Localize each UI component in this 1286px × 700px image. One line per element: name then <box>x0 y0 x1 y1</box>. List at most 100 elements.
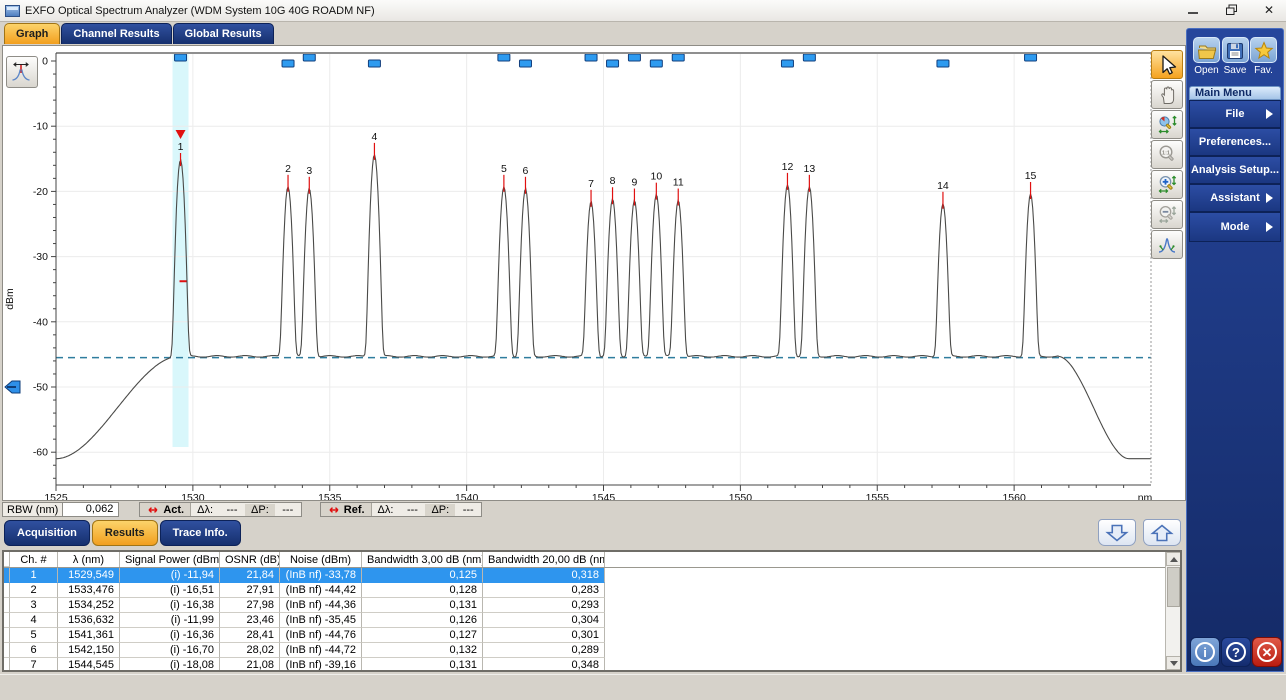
rbw-value: 0,062 <box>62 503 119 516</box>
tab-channel-results[interactable]: Channel Results <box>61 23 172 44</box>
channel-handle-5[interactable] <box>497 53 511 62</box>
table-row[interactable]: 5 1541,361 (i) -16,36 28,41 (InB nf) -44,76 0… <box>4 628 1180 643</box>
table-row[interactable]: 2 1533,476 (i) -16,51 27,91 (InB nf) -44,42 0… <box>4 583 1180 598</box>
menu-item-assistant[interactable]: Assistant <box>1190 185 1280 213</box>
channel-handle-13[interactable] <box>802 53 816 62</box>
channel-handle-12[interactable] <box>780 59 794 68</box>
pan-hand-icon <box>1160 86 1174 104</box>
peak-label-6: 6 <box>523 165 529 177</box>
table-row[interactable]: 7 1544,545 (i) -18,08 21,08 (InB nf) -39,16 0… <box>4 658 1180 670</box>
channel-handle-9[interactable] <box>627 53 641 62</box>
help-button[interactable]: ? <box>1221 637 1251 667</box>
peak-label-8: 8 <box>610 175 616 187</box>
channel-handle-1[interactable] <box>174 53 188 62</box>
floppy-disk-icon <box>1227 42 1243 59</box>
channel-handle-15[interactable] <box>1024 53 1038 62</box>
peak-label-13: 13 <box>804 163 816 175</box>
minimize-icon[interactable] <box>1184 2 1202 18</box>
tab-acquisition[interactable]: Acquisition <box>4 520 90 546</box>
channel-handle-7[interactable] <box>584 53 598 62</box>
table-cell: 0,318 <box>483 568 605 583</box>
exit-button[interactable]: ✕ <box>1252 637 1282 667</box>
active-marker-header[interactable]: Act. <box>140 503 192 516</box>
arrow-up-icon <box>1150 523 1174 541</box>
menu-item-label: Analysis Setup... <box>1190 164 1280 176</box>
table-header-cell: λ (nm) <box>58 552 120 567</box>
menu-item-label: Preferences... <box>1198 136 1272 148</box>
tab-trace-info[interactable]: Trace Info. <box>159 520 241 546</box>
zoom-one-to-one-button[interactable]: 1:1 <box>1151 140 1183 169</box>
scrollbar-thumb[interactable] <box>1167 567 1180 607</box>
y-tick-label: -10 <box>33 121 48 133</box>
marker-setup-button[interactable] <box>6 56 38 88</box>
tab-global-results[interactable]: Global Results <box>172 23 274 44</box>
close-icon[interactable]: ✕ <box>1260 2 1278 18</box>
table-cell: 0,127 <box>362 628 483 643</box>
channel-handle-10[interactable] <box>649 59 663 68</box>
menu-item-mode[interactable]: Mode <box>1190 213 1280 241</box>
scroll-up-icon[interactable] <box>1166 552 1180 566</box>
act-delta-power-label: ΔP: <box>245 503 275 516</box>
table-cell: (InB nf) -44,72 <box>280 643 362 658</box>
menu-item-file[interactable]: File <box>1190 101 1280 129</box>
save-button[interactable]: Save <box>1221 37 1249 76</box>
peak-label-14: 14 <box>937 180 949 192</box>
reference-marker-header[interactable]: Ref. <box>320 503 372 516</box>
channel-handle-3[interactable] <box>302 53 316 62</box>
bottom-tab-bar: Acquisition Results Trace Info. <box>4 520 243 546</box>
channel-handle-2[interactable] <box>281 59 295 68</box>
star-icon <box>1254 40 1273 59</box>
y-tick-label: -50 <box>33 382 48 394</box>
app-icon <box>5 4 20 17</box>
channel-handle-14[interactable] <box>936 59 950 68</box>
expand-results-button[interactable] <box>1143 519 1181 546</box>
fav-button[interactable]: Fav. <box>1250 37 1277 76</box>
help-icon: ? <box>1226 642 1246 662</box>
zoom-out-icon <box>1158 205 1176 224</box>
pan-hand-button[interactable] <box>1151 80 1183 109</box>
select-cursor-button[interactable] <box>1151 50 1183 79</box>
menu-item-preferences[interactable]: Preferences... <box>1190 129 1280 157</box>
peak-label-10: 10 <box>650 171 662 183</box>
open-button[interactable]: Open <box>1193 37 1220 76</box>
zoom-fit-button[interactable] <box>1151 110 1183 139</box>
peak-label-15: 15 <box>1025 170 1037 182</box>
channel-handle-11[interactable] <box>671 53 685 62</box>
table-cell: (InB nf) -44,76 <box>280 628 362 643</box>
tab-results[interactable]: Results <box>91 520 158 546</box>
channel-handle-6[interactable] <box>518 59 532 68</box>
tab-graph[interactable]: Graph <box>4 23 61 44</box>
zoom-out-button[interactable] <box>1151 200 1183 229</box>
table-cell: 1542,150 <box>58 643 120 658</box>
scroll-down-icon[interactable] <box>1166 656 1180 670</box>
act-delta-lambda-label: Δλ: <box>197 503 214 516</box>
table-row[interactable]: 3 1534,252 (i) -16,38 27,98 (InB nf) -44,36 0… <box>4 598 1180 613</box>
table-cell: 0,304 <box>483 613 605 628</box>
table-cell: 1534,252 <box>58 598 120 613</box>
table-row[interactable]: 1 1529,549 (i) -11,94 21,84 (InB nf) -33,78 0… <box>4 568 1180 583</box>
channel-handle-4[interactable] <box>367 59 381 68</box>
menu-item-analysis-setup[interactable]: Analysis Setup... <box>1190 157 1280 185</box>
info-button[interactable]: i <box>1190 637 1220 667</box>
collapse-results-button[interactable] <box>1098 519 1136 546</box>
table-row[interactable]: 6 1542,150 (i) -16,70 28,02 (InB nf) -44,72 0… <box>4 643 1180 658</box>
table-row[interactable]: 4 1536,632 (i) -11,99 23,46 (InB nf) -35,45 0… <box>4 613 1180 628</box>
zoom-in-button[interactable] <box>1151 170 1183 199</box>
footer-bar <box>0 674 1286 700</box>
table-cell: 27,98 <box>220 598 280 613</box>
restore-icon[interactable] <box>1222 2 1240 18</box>
quick-buttons: Open Save Fav. <box>1187 29 1283 80</box>
graph-toolbar: 1:1 <box>1151 50 1184 259</box>
table-header-cell: Noise (dBm) <box>280 552 362 567</box>
table-cell: 28,41 <box>220 628 280 643</box>
arrow-down-icon <box>1105 524 1129 542</box>
channel-handle-8[interactable] <box>606 59 620 68</box>
peak-label-11: 11 <box>673 177 684 189</box>
table-cell: (InB nf) -44,42 <box>280 583 362 598</box>
peak-analysis-button[interactable] <box>1151 230 1183 259</box>
table-cell: 21,08 <box>220 658 280 670</box>
select-cursor-icon <box>1161 55 1176 75</box>
y-tick-label: -40 <box>33 316 48 328</box>
graph-panel: 1 2 3 4 5 6 7 8 9 10 11 12 13 14 15 1525 1530 1535 1540 154… <box>2 45 1186 504</box>
table-scrollbar[interactable] <box>1165 552 1180 670</box>
